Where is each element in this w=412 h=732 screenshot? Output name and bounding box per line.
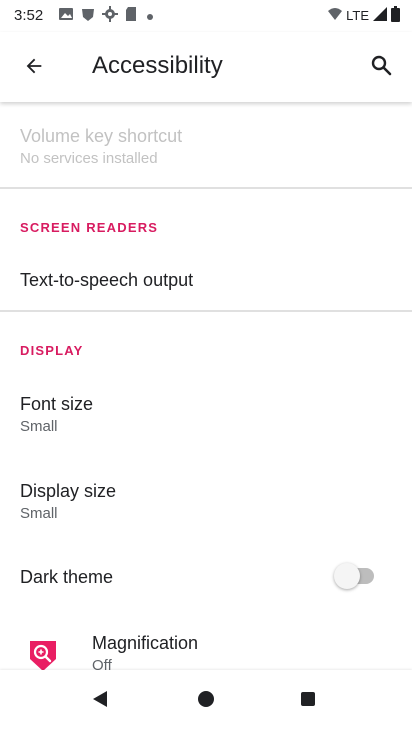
display-size-title: Display size (20, 481, 117, 501)
sd-card-icon (124, 6, 140, 25)
dark-theme-title: Dark theme (20, 567, 114, 587)
nav-back-icon (89, 688, 111, 715)
nav-home-button[interactable] (192, 687, 220, 715)
volume-key-shortcut-title: Volume key shortcut (20, 126, 183, 146)
text-to-speech-title: Text-to-speech output (20, 270, 194, 290)
display-size-item[interactable]: Display size Small (0, 466, 412, 546)
magnification-icon (26, 637, 60, 670)
vpn-key-icon (80, 6, 96, 25)
status-time: 3:52 (14, 7, 44, 24)
volume-key-shortcut-item: Volume key shortcut No services installe… (0, 118, 412, 188)
dark-theme-item[interactable]: Dark theme (0, 552, 412, 602)
notification-icons (58, 6, 154, 25)
toggle-thumb (334, 563, 360, 589)
status-bar: 3:52 LTE (0, 0, 412, 32)
nav-home-icon (195, 688, 217, 715)
app-bar: Accessibility (0, 32, 412, 102)
dark-theme-toggle[interactable] (332, 562, 380, 590)
nav-back-button[interactable] (86, 687, 114, 715)
display-size-subtitle: Small (20, 505, 58, 522)
wifi-icon (328, 7, 343, 24)
photos-icon (58, 6, 74, 25)
font-size-title: Font size (20, 394, 94, 414)
back-button[interactable] (18, 52, 50, 84)
volume-key-shortcut-subtitle: No services installed (20, 150, 158, 167)
page-title: Accessibility (92, 52, 223, 79)
battery-icon (391, 6, 400, 25)
nav-recents-button[interactable] (294, 687, 322, 715)
network-type: LTE (346, 8, 369, 23)
status-right: LTE (328, 6, 400, 25)
back-arrow-icon (23, 55, 45, 82)
section-header-screen-readers: SCREEN READERS (20, 220, 159, 235)
font-size-item[interactable]: Font size Small (0, 378, 412, 458)
navigation-bar (0, 670, 412, 732)
magnification-item[interactable]: Magnification Off (0, 617, 412, 670)
divider (0, 310, 412, 312)
signal-icon (373, 7, 387, 24)
dot-icon (146, 8, 154, 24)
search-icon (369, 53, 393, 82)
text-to-speech-item[interactable]: Text-to-speech output (0, 250, 412, 310)
settings-gear-icon (102, 6, 118, 25)
font-size-subtitle: Small (20, 418, 58, 435)
nav-recents-icon (297, 688, 319, 715)
settings-list[interactable]: Volume key shortcut No services installe… (0, 102, 412, 670)
magnification-subtitle: Off (92, 657, 112, 670)
divider (0, 187, 412, 189)
search-button[interactable] (364, 50, 398, 84)
magnification-title: Magnification (92, 633, 199, 653)
section-header-display: DISPLAY (20, 343, 84, 358)
